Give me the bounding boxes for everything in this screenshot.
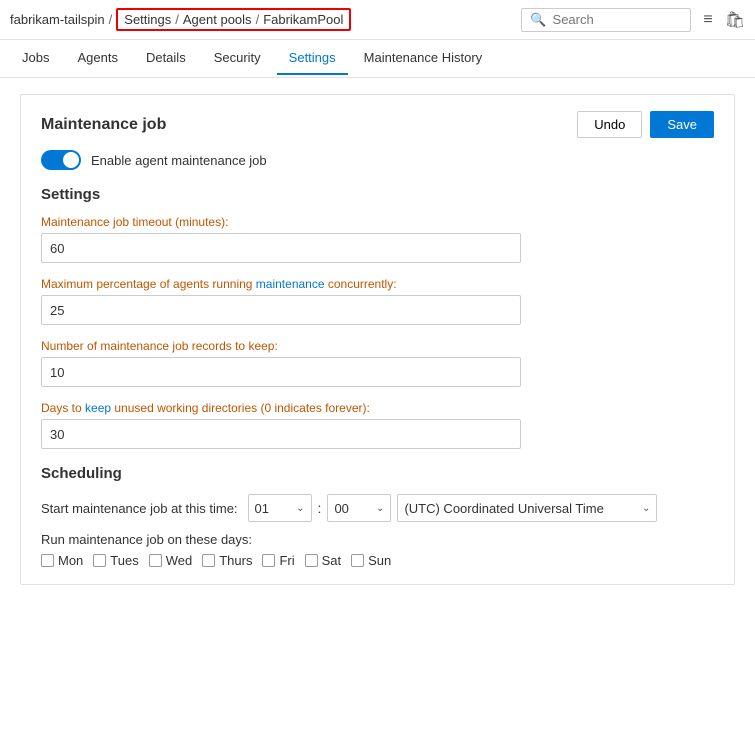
day-mon: Mon: [41, 553, 83, 568]
records-keep-label-text: Number of maintenance job records to kee…: [41, 339, 278, 353]
enable-toggle[interactable]: [41, 150, 81, 170]
days-keep-label: Days to keep unused working directories …: [41, 401, 714, 415]
day-thurs: Thurs: [202, 553, 252, 568]
day-sat-checkbox[interactable]: [305, 554, 318, 567]
day-sun-checkbox[interactable]: [351, 554, 364, 567]
breadcrumb-agentpools[interactable]: Agent pools: [183, 12, 252, 27]
max-pct-label-prefix: Maximum percentage of agents running: [41, 277, 256, 291]
tab-agents[interactable]: Agents: [65, 42, 129, 75]
max-pct-label: Maximum percentage of agents running mai…: [41, 277, 714, 291]
search-box[interactable]: 🔍: [521, 8, 691, 32]
day-thurs-label: Thurs: [219, 553, 252, 568]
days-keep-prefix: Days to: [41, 401, 85, 415]
field-max-percentage: Maximum percentage of agents running mai…: [41, 277, 714, 325]
tab-details[interactable]: Details: [134, 42, 198, 75]
field-timeout: Maintenance job timeout (minutes):: [41, 215, 714, 263]
day-mon-label: Mon: [58, 553, 83, 568]
day-fri-checkbox[interactable]: [262, 554, 275, 567]
settings-card: Maintenance job Undo Save Enable agent m…: [20, 94, 735, 585]
field-days-keep: Days to keep unused working directories …: [41, 401, 714, 449]
day-sat-label: Sat: [322, 553, 342, 568]
save-button[interactable]: Save: [650, 111, 714, 138]
toggle-label: Enable agent maintenance job: [91, 153, 267, 168]
scheduling-title: Scheduling: [41, 465, 714, 482]
breadcrumb-pool[interactable]: FabrikamPool: [263, 12, 343, 27]
main-content: Maintenance job Undo Save Enable agent m…: [0, 78, 755, 601]
day-sat: Sat: [305, 553, 342, 568]
timeout-input[interactable]: [41, 233, 521, 263]
timezone-value: (UTC) Coordinated Universal Time: [404, 501, 603, 516]
breadcrumb-sep1: /: [109, 12, 113, 27]
max-pct-input[interactable]: [41, 295, 521, 325]
toggle-track: [41, 150, 81, 170]
day-fri-label: Fri: [279, 553, 294, 568]
day-wed-label: Wed: [166, 553, 193, 568]
toggle-thumb: [63, 152, 79, 168]
tab-security[interactable]: Security: [202, 42, 273, 75]
day-mon-checkbox[interactable]: [41, 554, 54, 567]
tab-jobs[interactable]: Jobs: [10, 42, 61, 75]
max-pct-label-suffix: concurrently:: [325, 277, 397, 291]
hour-chevron-icon: ⌄: [296, 503, 304, 514]
tab-maintenance-history[interactable]: Maintenance History: [352, 42, 495, 75]
day-wed-checkbox[interactable]: [149, 554, 162, 567]
timeout-label-text: Maintenance job timeout (minutes):: [41, 215, 228, 229]
timezone-select[interactable]: (UTC) Coordinated Universal Time ⌄: [397, 494, 657, 522]
hour-value: 01: [255, 501, 269, 516]
max-pct-label-highlight: maintenance: [256, 277, 325, 291]
search-icon: 🔍: [530, 12, 546, 28]
search-input[interactable]: [553, 12, 673, 27]
undo-button[interactable]: Undo: [577, 111, 642, 138]
day-tues: Tues: [93, 553, 138, 568]
day-sun: Sun: [351, 553, 391, 568]
top-bar-right: 🔍 ≡ 🛍: [521, 8, 745, 32]
secondary-nav: Jobs Agents Details Security Settings Ma…: [0, 40, 755, 78]
menu-icon[interactable]: ≡: [703, 11, 712, 29]
field-records-keep: Number of maintenance job records to kee…: [41, 339, 714, 387]
bag-icon[interactable]: 🛍: [725, 10, 745, 30]
day-tues-checkbox[interactable]: [93, 554, 106, 567]
hour-select[interactable]: 01 ⌄: [248, 494, 312, 522]
days-keep-suffix: unused working directories (0 indicates …: [111, 401, 370, 415]
minute-chevron-icon: ⌄: [376, 503, 384, 514]
breadcrumb-settings[interactable]: Settings: [124, 12, 171, 27]
days-row: Mon Tues Wed Thurs Fri: [41, 553, 714, 568]
minute-select[interactable]: 00 ⌄: [327, 494, 391, 522]
breadcrumb-highlighted: Settings / Agent pools / FabrikamPool: [116, 8, 351, 31]
day-wed: Wed: [149, 553, 193, 568]
day-sun-label: Sun: [368, 553, 391, 568]
day-tues-label: Tues: [110, 553, 138, 568]
breadcrumb: fabrikam-tailspin / Settings / Agent poo…: [10, 8, 351, 31]
scheduling-section: Scheduling Start maintenance job at this…: [41, 465, 714, 568]
days-keep-input[interactable]: [41, 419, 521, 449]
toggle-row: Enable agent maintenance job: [41, 150, 714, 170]
settings-section-title: Settings: [41, 186, 714, 203]
top-bar: fabrikam-tailspin / Settings / Agent poo…: [0, 0, 755, 40]
day-fri: Fri: [262, 553, 294, 568]
card-title: Maintenance job: [41, 116, 166, 134]
days-label: Run maintenance job on these days:: [41, 532, 714, 547]
timeout-label: Maintenance job timeout (minutes):: [41, 215, 714, 229]
start-time-label: Start maintenance job at this time:: [41, 501, 238, 516]
days-keep-highlight: keep: [85, 401, 111, 415]
breadcrumb-home[interactable]: fabrikam-tailspin: [10, 12, 105, 27]
records-keep-input[interactable]: [41, 357, 521, 387]
day-thurs-checkbox[interactable]: [202, 554, 215, 567]
tab-settings[interactable]: Settings: [277, 42, 348, 75]
breadcrumb-sep3: /: [256, 12, 260, 27]
minute-value: 00: [334, 501, 348, 516]
card-header: Maintenance job Undo Save: [41, 111, 714, 138]
btn-group: Undo Save: [577, 111, 714, 138]
breadcrumb-sep2: /: [175, 12, 179, 27]
records-keep-label: Number of maintenance job records to kee…: [41, 339, 714, 353]
start-time-row: Start maintenance job at this time: 01 ⌄…: [41, 494, 714, 522]
timezone-chevron-icon: ⌄: [642, 503, 650, 514]
colon-sep: :: [318, 500, 322, 516]
